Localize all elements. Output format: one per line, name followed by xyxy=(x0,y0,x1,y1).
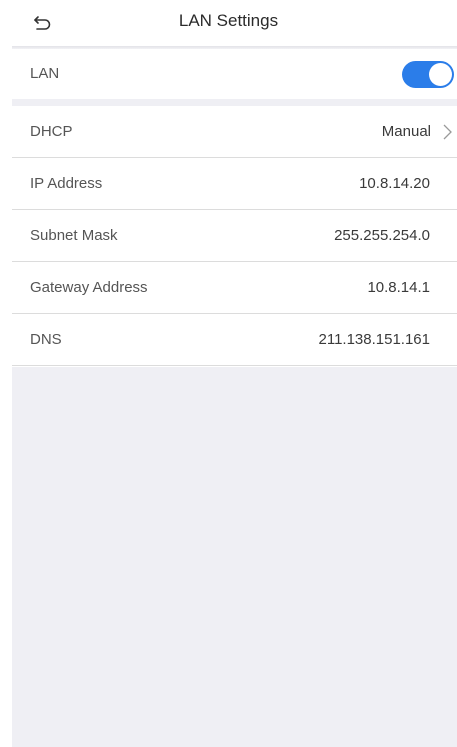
gateway-address-row[interactable]: Gateway Address 10.8.14.1 xyxy=(12,262,457,314)
dns-label: DNS xyxy=(30,331,62,348)
lan-label: LAN xyxy=(30,65,60,82)
page-title: LAN Settings xyxy=(178,11,279,30)
subnet-mask-label: Subnet Mask xyxy=(30,227,118,244)
subnet-mask-value: 255.255.254.0 xyxy=(334,227,430,244)
gateway-address-label: Gateway Address xyxy=(30,279,148,296)
dhcp-row[interactable]: DHCP Manual xyxy=(12,106,457,158)
header: LAN Settings xyxy=(0,0,457,46)
gateway-address-value: 10.8.14.1 xyxy=(367,279,430,296)
settings-list: DHCP Manual IP Address 10.8.14.20 Subnet… xyxy=(12,106,457,366)
dhcp-label: DHCP xyxy=(30,123,73,140)
subnet-mask-row[interactable]: Subnet Mask 255.255.254.0 xyxy=(12,210,457,262)
toggle-knob xyxy=(429,63,452,86)
lan-toggle[interactable] xyxy=(402,61,454,88)
chevron-right-icon xyxy=(443,124,452,140)
lan-row: LAN xyxy=(12,49,457,99)
lan-settings-screen: LAN Settings LAN DHCP Manual IP Address … xyxy=(0,0,457,747)
dns-row[interactable]: DNS 211.138.151.161 xyxy=(12,314,457,366)
ip-address-row[interactable]: IP Address 10.8.14.20 xyxy=(12,158,457,210)
section-separator xyxy=(12,99,457,106)
empty-background xyxy=(12,367,457,747)
ip-address-value: 10.8.14.20 xyxy=(359,175,430,192)
ip-address-label: IP Address xyxy=(30,175,103,192)
dns-value: 211.138.151.161 xyxy=(318,331,431,348)
dhcp-value: Manual xyxy=(381,123,431,140)
